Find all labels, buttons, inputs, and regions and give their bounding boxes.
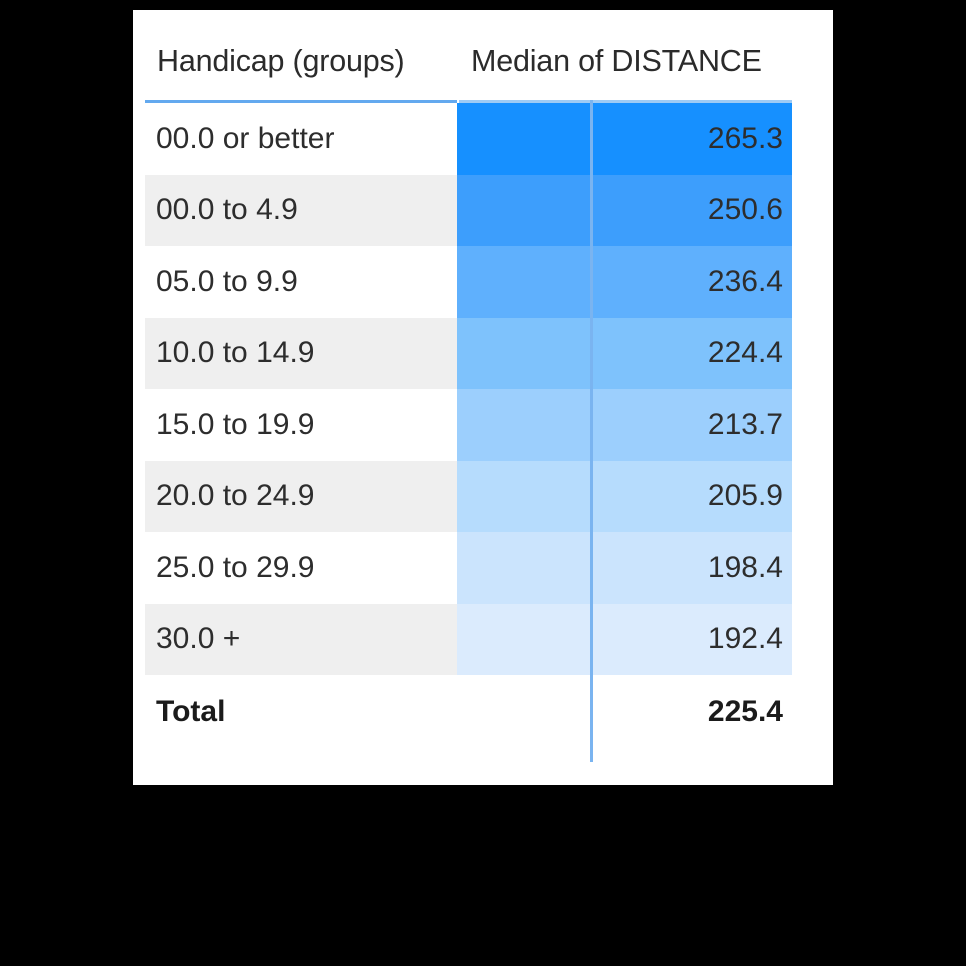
column-header-median-distance[interactable]: Median of DISTANCE [457,22,813,100]
row-label-cell: 00.0 or better [145,103,457,175]
total-row-value: 225.4 [457,675,792,749]
column-divider [590,100,593,762]
row-value-cell: 224.4 [457,317,792,389]
column-header-handicap-groups[interactable]: Handicap (groups) [145,22,457,100]
row-label-cell: 25.0 to 29.9 [145,532,457,604]
table-total-row: Total 225.4 [145,675,813,749]
table-row: 25.0 to 29.9 198.4 [145,532,813,604]
table-body: 00.0 or better 265.3 00.0 to 4.9 250.6 05.0 … [145,103,813,675]
table-row: 05.0 to 9.9 236.4 [145,246,813,318]
table-row: 20.0 to 24.9 205.9 [145,460,813,532]
row-label-cell: 00.0 to 4.9 [145,174,457,246]
table-row: 00.0 to 4.9 250.6 [145,174,813,246]
table-row: 15.0 to 19.9 213.7 [145,389,813,461]
row-label-cell: 30.0 + [145,603,457,675]
row-label-cell: 15.0 to 19.9 [145,389,457,461]
row-label-cell: 05.0 to 9.9 [145,246,457,318]
table-row: 30.0 +192.4 [145,603,813,675]
table-header-row: Handicap (groups) Median of DISTANCE [145,22,813,100]
row-value-cell: 205.9 [457,460,792,532]
total-row-label: Total [145,675,457,749]
row-label-cell: 20.0 to 24.9 [145,460,457,532]
pivot-table: Handicap (groups) Median of DISTANCE 00.… [145,22,813,749]
table-row: 10.0 to 14.9 224.4 [145,317,813,389]
row-value-cell: 198.4 [457,532,792,604]
row-value-cell: 236.4 [457,246,792,318]
row-value-cell: 192.4 [457,603,792,675]
row-value-cell: 250.6 [457,174,792,246]
row-value-cell: 265.3 [457,103,792,175]
pivot-table-card: Handicap (groups) Median of DISTANCE 00.… [133,10,833,785]
row-label-cell: 10.0 to 14.9 [145,317,457,389]
row-value-cell: 213.7 [457,389,792,461]
table-row: 00.0 or better 265.3 [145,103,813,175]
